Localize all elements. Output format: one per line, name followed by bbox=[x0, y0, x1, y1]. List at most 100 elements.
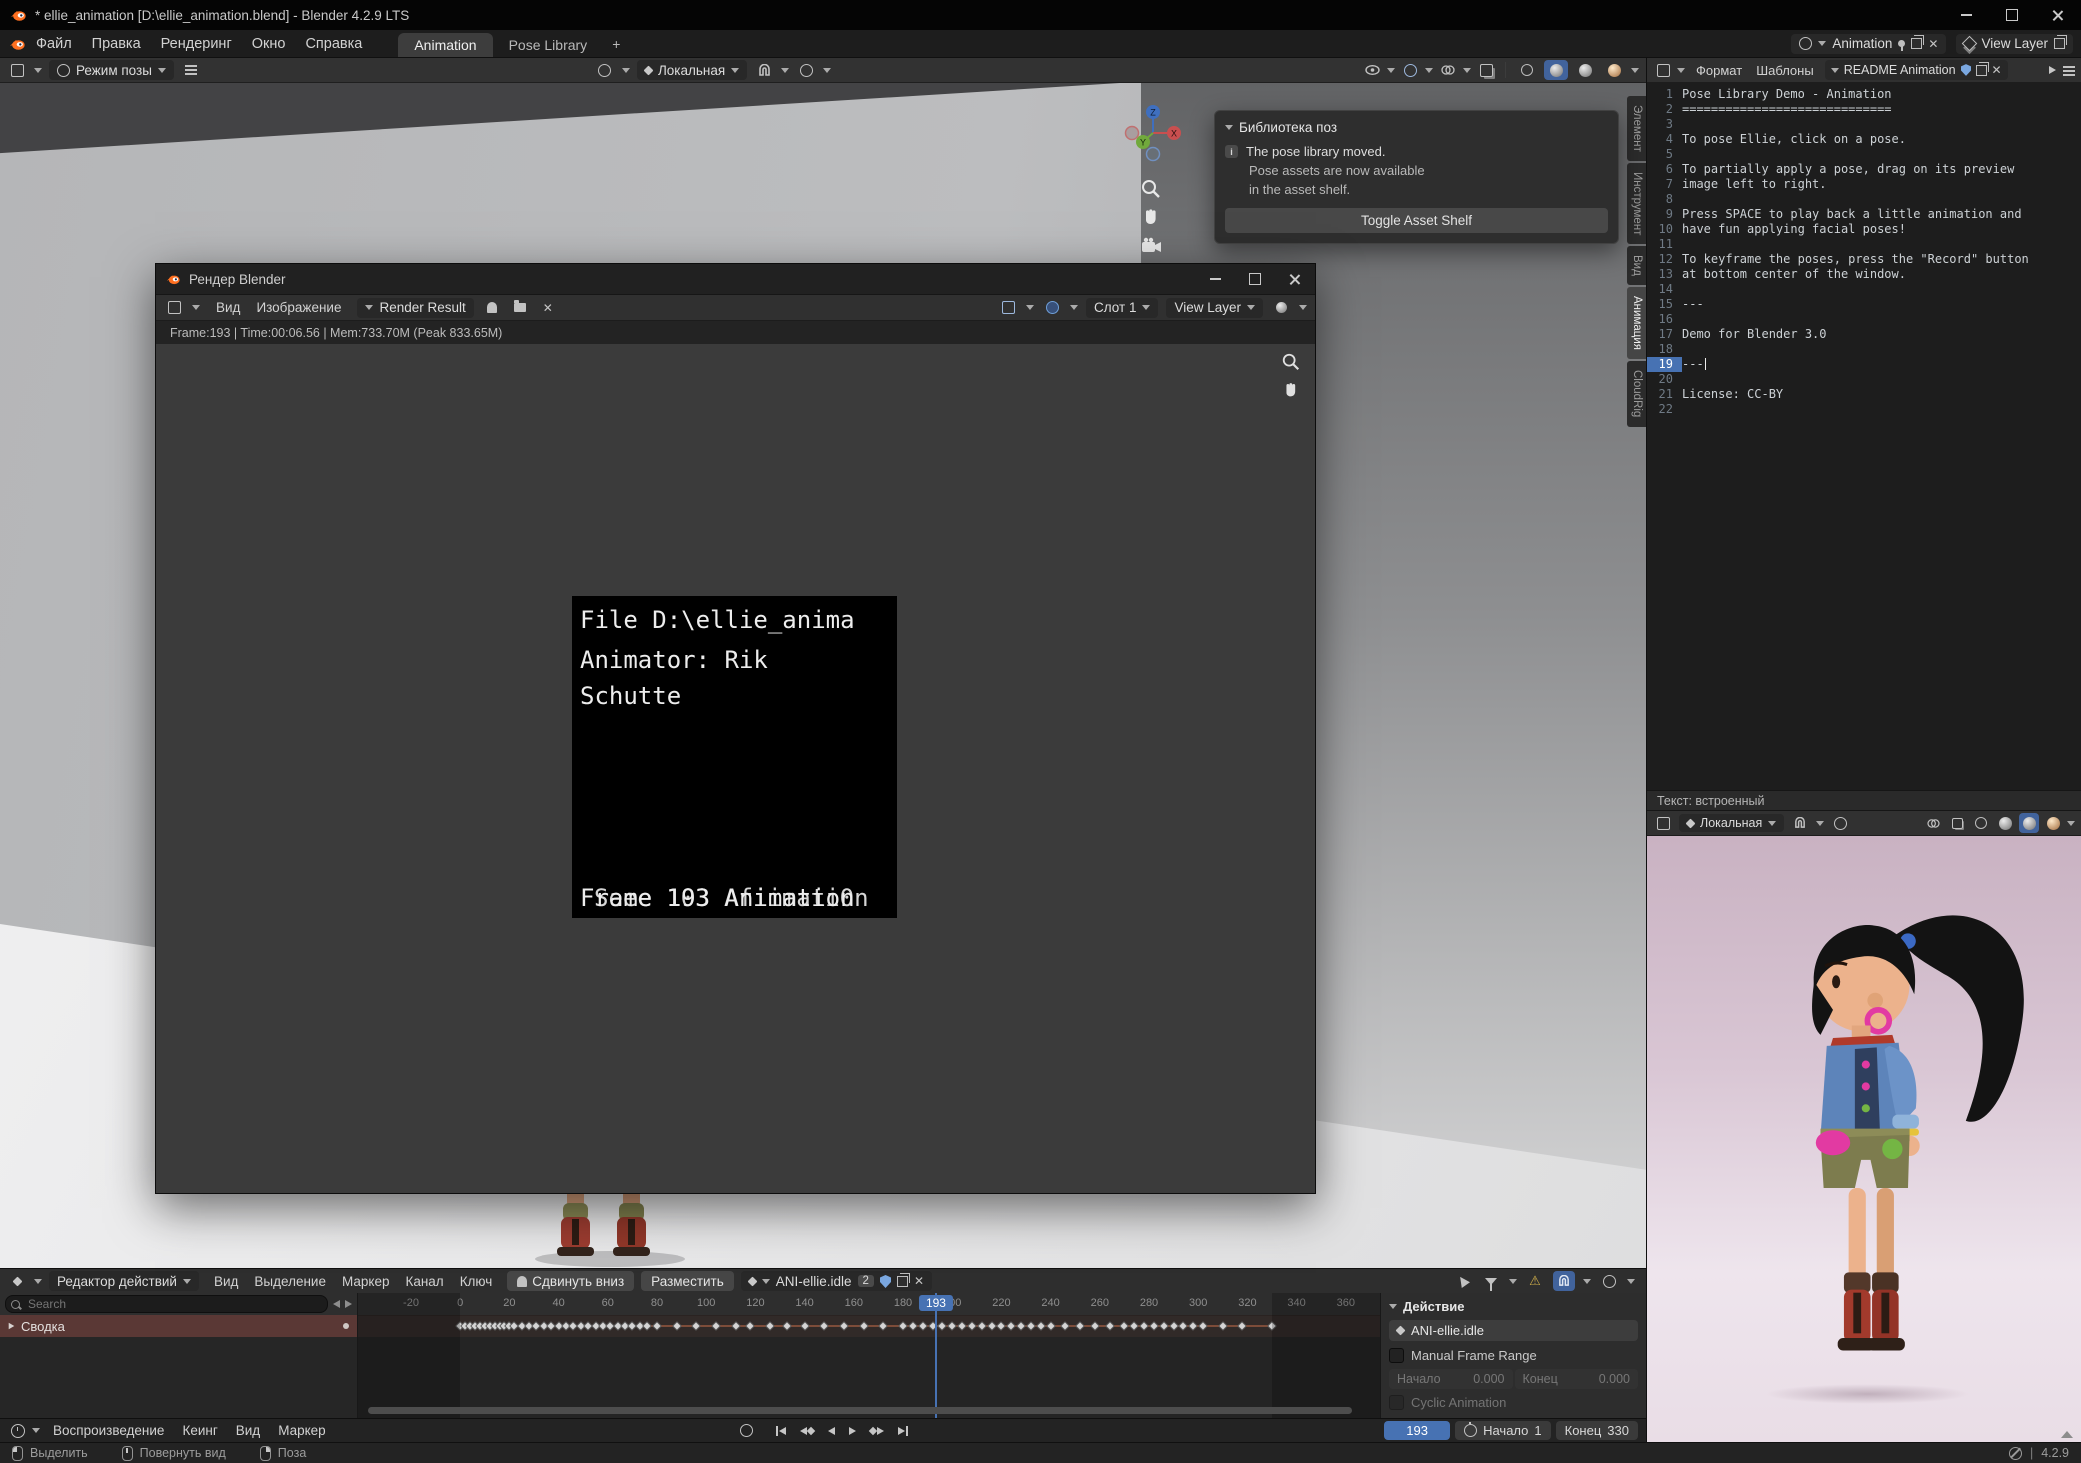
menu-item[interactable]: Правка bbox=[82, 30, 151, 57]
proportional-editing-icon[interactable] bbox=[1599, 1271, 1619, 1291]
stash-button[interactable]: Разместить bbox=[641, 1271, 734, 1291]
channels-icon[interactable] bbox=[1042, 298, 1062, 318]
editor-line[interactable]: 4To pose Ellie, click on a pose. bbox=[1647, 132, 2081, 147]
pin-icon[interactable] bbox=[1898, 40, 1905, 47]
keyframe-diamond[interactable] bbox=[691, 1321, 701, 1331]
keyframe-diamond[interactable] bbox=[937, 1321, 947, 1331]
keyframe-diamond[interactable] bbox=[918, 1321, 928, 1331]
range-start-field[interactable]: Начало 0.000 bbox=[1389, 1369, 1513, 1389]
editor-line[interactable]: 16 bbox=[1647, 312, 2081, 327]
keyframe-diamond[interactable] bbox=[711, 1321, 721, 1331]
run-script-icon[interactable] bbox=[2049, 66, 2056, 74]
exposure-chevron-icon[interactable] bbox=[1299, 305, 1307, 310]
push-down-button[interactable]: Сдвинуть вниз bbox=[507, 1271, 634, 1291]
network-offline-icon[interactable] bbox=[2009, 1447, 2022, 1460]
keyframe-diamond[interactable] bbox=[977, 1321, 987, 1331]
keyframe-diamond[interactable] bbox=[1149, 1321, 1159, 1331]
editor-type-chevron-icon[interactable] bbox=[192, 305, 200, 310]
dope-mode-dropdown[interactable]: Редактор действий bbox=[49, 1271, 199, 1291]
overlays-chevron-icon[interactable] bbox=[1463, 68, 1471, 73]
browse-text-chevron-icon[interactable] bbox=[1831, 68, 1839, 73]
overlays-icon[interactable] bbox=[1923, 813, 1943, 833]
keyframe-diamond[interactable] bbox=[672, 1321, 682, 1331]
keyframe-diamond[interactable] bbox=[1139, 1321, 1149, 1331]
close-button[interactable] bbox=[1275, 264, 1315, 294]
menu-item[interactable]: Рендеринг bbox=[151, 30, 242, 57]
display-chevron-icon[interactable] bbox=[1026, 305, 1034, 310]
zoom-icon[interactable] bbox=[1281, 352, 1301, 372]
channel-search-input[interactable] bbox=[5, 1295, 328, 1313]
range-end-field[interactable]: Конец 0.000 bbox=[1515, 1369, 1639, 1389]
unlink-scene-icon[interactable]: ✕ bbox=[1928, 38, 1938, 50]
sidebar-tab[interactable]: Инструмент bbox=[1627, 163, 1646, 244]
play-reverse-button[interactable] bbox=[822, 1421, 841, 1441]
menu-item[interactable]: Изображение bbox=[248, 295, 349, 320]
keyframe-diamond[interactable] bbox=[1178, 1321, 1188, 1331]
visibility-chevron-icon[interactable] bbox=[1387, 68, 1395, 73]
keyframe-diamond[interactable] bbox=[1016, 1321, 1026, 1331]
menu-item[interactable]: Файл bbox=[26, 30, 82, 57]
render-window-titlebar[interactable]: Рендер Blender bbox=[156, 264, 1315, 294]
render-display-icon[interactable] bbox=[998, 298, 1018, 318]
menu-item[interactable]: Ключ bbox=[452, 1269, 501, 1293]
viewport-menu-icon[interactable] bbox=[181, 60, 201, 80]
exposure-icon[interactable] bbox=[1271, 298, 1291, 318]
cyclic-animation-checkbox[interactable] bbox=[1389, 1395, 1404, 1410]
menu-item[interactable]: Вид bbox=[208, 295, 248, 320]
menu-item[interactable]: Вид bbox=[227, 1419, 269, 1442]
snap-magnet-icon[interactable] bbox=[754, 60, 774, 80]
minimize-button[interactable] bbox=[1195, 264, 1235, 294]
proportional-chevron-icon[interactable] bbox=[1627, 1279, 1635, 1284]
keyframe-diamond[interactable] bbox=[898, 1321, 908, 1331]
frame-start-field[interactable]: Начало 1 bbox=[1455, 1421, 1551, 1440]
editor-line[interactable]: 13at bottom center of the window. bbox=[1647, 267, 2081, 282]
pivot-point-icon[interactable] bbox=[595, 60, 615, 80]
shading-solid-button[interactable] bbox=[1995, 813, 2015, 833]
view-layer-selector[interactable]: View Layer bbox=[1956, 34, 2073, 54]
keyframe-diamond[interactable] bbox=[1119, 1321, 1129, 1331]
collapse-channels-icon[interactable] bbox=[333, 1300, 340, 1308]
jump-to-start-button[interactable] bbox=[770, 1421, 792, 1441]
snap-chevron-icon[interactable] bbox=[1816, 821, 1824, 826]
current-frame-field[interactable]: 193 bbox=[1384, 1421, 1450, 1440]
gizmos-icon[interactable] bbox=[1400, 60, 1420, 80]
keyframe-diamond[interactable] bbox=[859, 1321, 869, 1331]
keyframe-diamond[interactable] bbox=[1159, 1321, 1169, 1331]
shading-solid-button[interactable] bbox=[1544, 60, 1568, 80]
editor-line[interactable]: 3 bbox=[1647, 117, 2081, 132]
proportional-editing-icon[interactable] bbox=[1830, 813, 1850, 833]
xray-toggle-icon[interactable] bbox=[1476, 60, 1496, 80]
shading-chevron-icon[interactable] bbox=[1631, 68, 1639, 73]
editor-type-icon[interactable] bbox=[7, 1271, 27, 1291]
editor-type-icon[interactable] bbox=[1653, 813, 1673, 833]
keyframe-diamond[interactable] bbox=[1169, 1321, 1179, 1331]
image-datablock-selector[interactable]: Render Result bbox=[357, 298, 473, 318]
cyclic-animation-row[interactable]: Cyclic Animation bbox=[1389, 1395, 1638, 1410]
sidebar-tab[interactable]: Вид bbox=[1627, 246, 1646, 285]
text-editor-body[interactable]: 1Pose Library Demo - Animation2=========… bbox=[1647, 82, 2081, 790]
mode-dropdown[interactable]: Режим позы bbox=[49, 60, 174, 80]
channels-chevron-icon[interactable] bbox=[1070, 305, 1078, 310]
sidebar-tab[interactable]: Анимация bbox=[1627, 287, 1646, 359]
new-action-icon[interactable] bbox=[897, 1276, 908, 1287]
shading-rendered-button[interactable] bbox=[2043, 813, 2063, 833]
sidebar-tab[interactable]: Элемент bbox=[1627, 96, 1646, 161]
editor-line[interactable]: 19--- bbox=[1647, 357, 2081, 372]
keyframe-diamond[interactable] bbox=[731, 1321, 741, 1331]
xray-toggle-icon[interactable] bbox=[1947, 813, 1967, 833]
keyframe-diamond[interactable] bbox=[1090, 1321, 1100, 1331]
blender-menu-icon[interactable] bbox=[8, 36, 26, 52]
keyframe-diamond[interactable] bbox=[957, 1321, 967, 1331]
keyframe-diamond[interactable] bbox=[782, 1321, 792, 1331]
keyframe-diamond[interactable] bbox=[1060, 1321, 1070, 1331]
text-datablock-selector[interactable]: README Animation ✕ bbox=[1825, 60, 2008, 80]
keyframe-diamond[interactable] bbox=[1129, 1321, 1139, 1331]
editor-line[interactable]: 17Demo for Blender 3.0 bbox=[1647, 327, 2081, 342]
viewport2-scene[interactable] bbox=[1647, 836, 2081, 1442]
fake-user-shield-icon[interactable] bbox=[880, 1275, 891, 1288]
keyframe-diamond[interactable] bbox=[1075, 1321, 1085, 1331]
next-keyframe-button[interactable] bbox=[864, 1421, 890, 1441]
pose-popup-header[interactable]: Библиотека поз bbox=[1225, 117, 1608, 142]
scene-selector[interactable]: Animation ✕ bbox=[1791, 34, 1946, 54]
frame-end-field[interactable]: Конец 330 bbox=[1556, 1421, 1638, 1440]
